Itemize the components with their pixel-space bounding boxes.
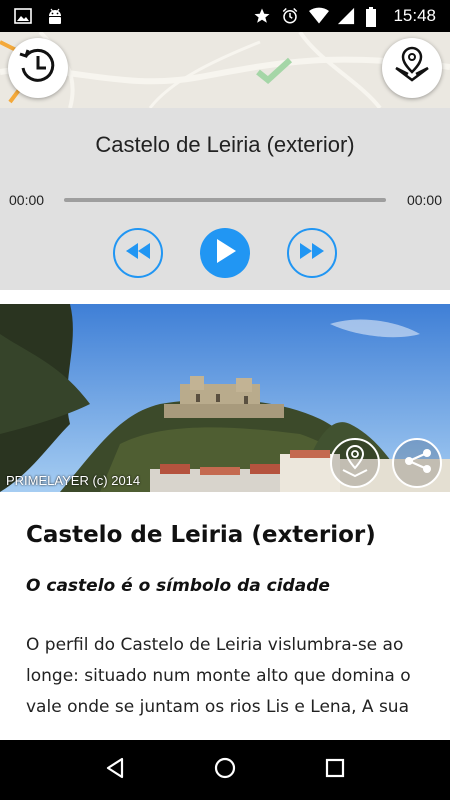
progress-bar[interactable] <box>64 198 386 202</box>
article-title: Castelo de Leiria (exterior) <box>26 522 376 548</box>
map-strip[interactable] <box>0 32 450 108</box>
audio-player: Castelo de Leiria (exterior) 00:00 00:00 <box>0 108 450 290</box>
back-icon <box>103 756 127 785</box>
castle-image <box>0 304 450 492</box>
signal-icon <box>337 7 355 25</box>
home-icon <box>213 756 237 785</box>
play-button[interactable] <box>200 228 250 278</box>
play-icon <box>212 237 238 270</box>
image-icon <box>14 7 32 25</box>
back-button[interactable] <box>95 750 135 790</box>
battery-icon <box>365 7 383 27</box>
total-time: 00:00 <box>406 192 442 208</box>
home-button[interactable] <box>205 750 245 790</box>
player-title: Castelo de Leiria (exterior) <box>95 132 355 157</box>
wifi-icon <box>309 7 330 25</box>
rewind-button[interactable] <box>113 228 163 278</box>
photo-credit: PRIMELAYER (c) 2014 <box>6 473 141 488</box>
article: Castelo de Leiria (exterior) O castelo é… <box>0 492 450 740</box>
clock-history-icon <box>16 44 60 93</box>
recents-button[interactable] <box>315 750 355 790</box>
photo-share-button[interactable] <box>392 438 442 488</box>
share-icon <box>401 447 433 480</box>
fast-forward-icon <box>298 241 326 266</box>
navigation-bar <box>0 740 450 800</box>
map-location-button[interactable] <box>382 38 442 98</box>
rewind-icon <box>124 241 152 266</box>
location-pin-icon <box>340 444 370 483</box>
android-icon <box>46 7 64 25</box>
article-subtitle: O castelo é o símbolo da cidade <box>26 576 330 596</box>
fast-forward-button[interactable] <box>287 228 337 278</box>
status-bar: 15:48 <box>0 0 450 32</box>
current-time: 00:00 <box>9 192 45 208</box>
status-time: 15:48 <box>393 6 436 25</box>
article-body: O perfil do Castelo de Leiria vislumbra-… <box>26 635 411 717</box>
star-icon <box>253 7 271 25</box>
spacer <box>0 290 450 304</box>
map-location-icon <box>390 44 434 93</box>
history-button[interactable] <box>8 38 68 98</box>
castle-photo: PRIMELAYER (c) 2014 <box>0 304 450 492</box>
alarm-icon <box>281 7 299 25</box>
photo-location-button[interactable] <box>330 438 380 488</box>
recents-icon <box>324 757 346 784</box>
